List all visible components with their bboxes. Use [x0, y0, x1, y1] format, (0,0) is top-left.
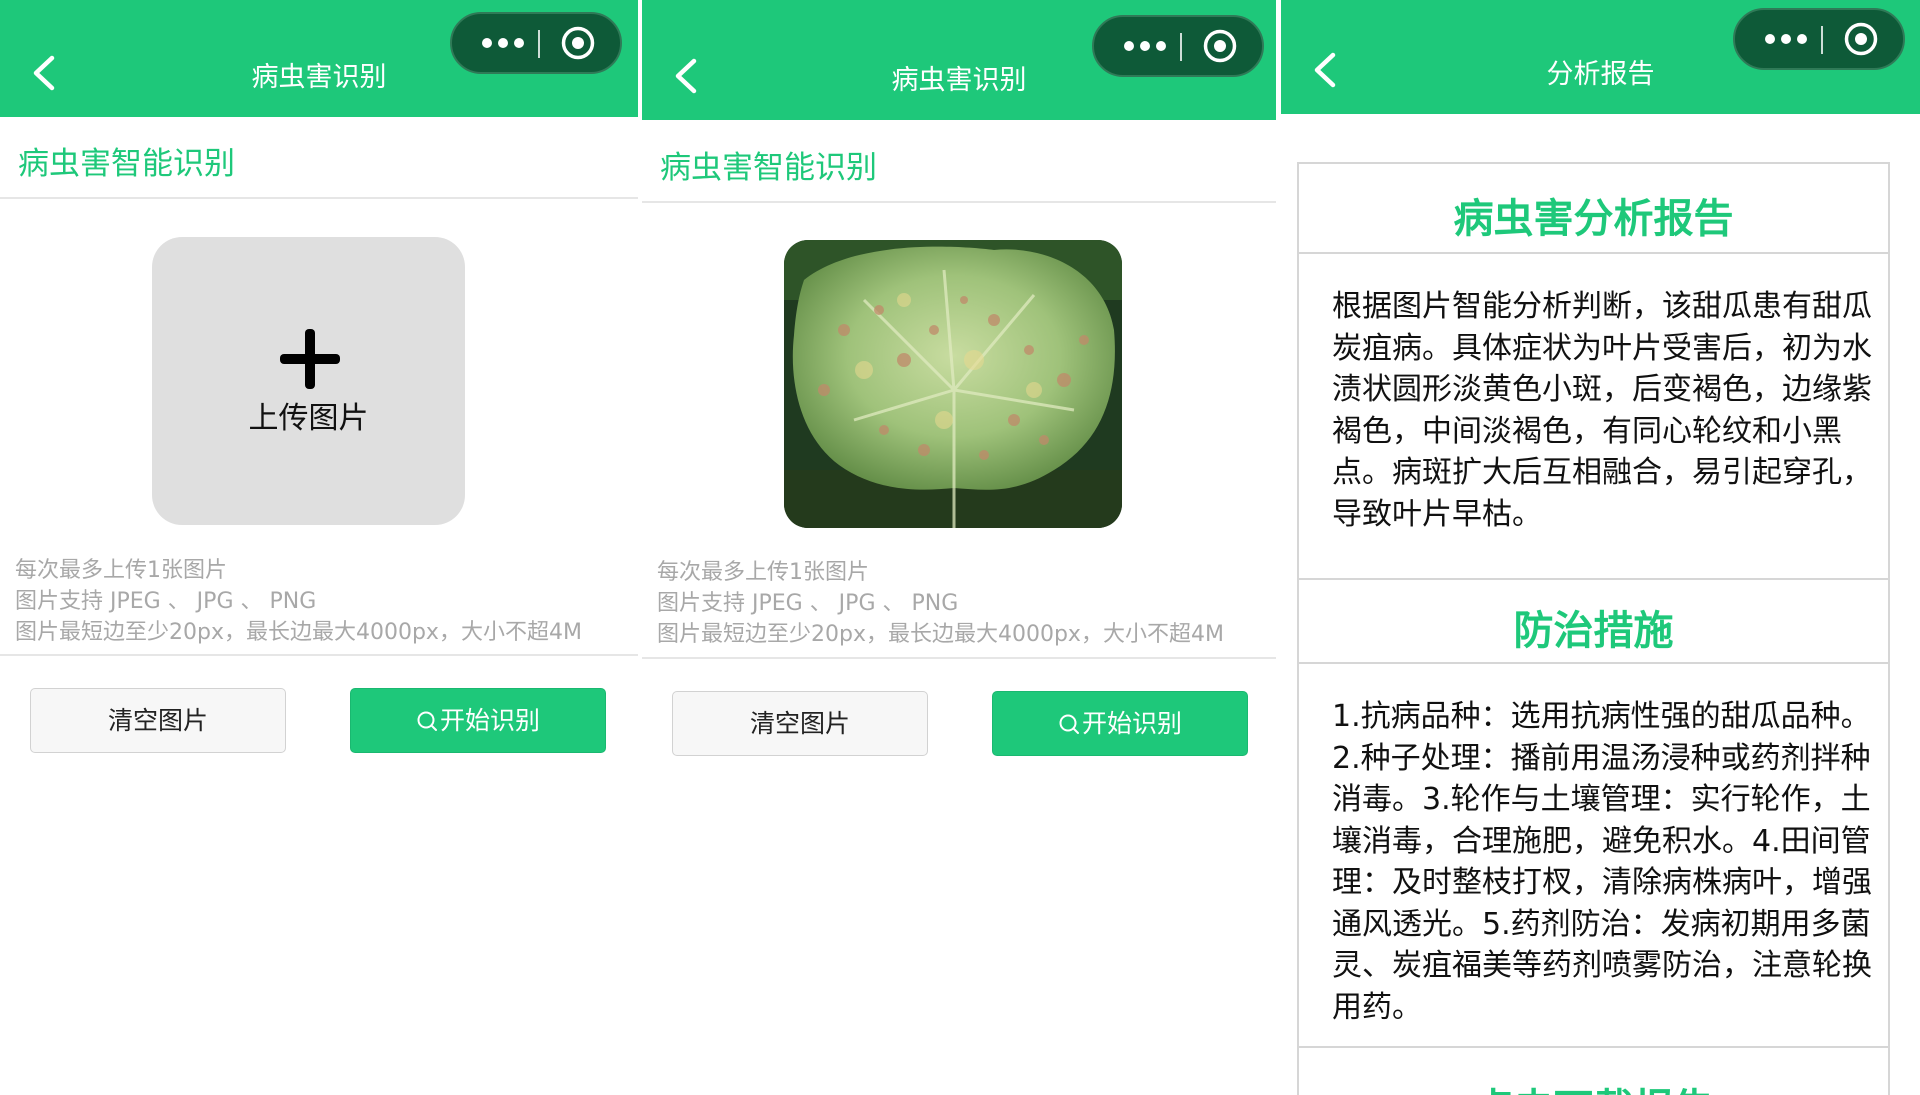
measures-title: 防治措施 — [1513, 608, 1674, 654]
section-title: 病虫害智能识别 — [18, 146, 235, 182]
start-button-label: 开始识别 — [439, 706, 540, 735]
start-recognition-button[interactable]: 开始识别 — [992, 691, 1248, 756]
clear-button-label: 清空图片 — [749, 709, 850, 738]
more-dots-icon[interactable] — [468, 18, 538, 68]
start-recognition-button[interactable]: 开始识别 — [350, 688, 606, 753]
hint-line: 图片支持 JPEG 、 JPG 、 PNG — [657, 591, 959, 616]
divider — [1299, 662, 1888, 664]
upload-label: 上传图片 — [248, 401, 369, 436]
upload-image-button[interactable]: 上传图片 — [152, 237, 465, 525]
nav-bar: 病虫害识别 — [642, 0, 1276, 120]
target-circle-icon[interactable] — [560, 25, 596, 61]
measures-text: 1.抗病品种：选用抗病性强的甜瓜品种。2.种子处理：播前用温汤浸种或药剂拌种消毒… — [1332, 699, 1872, 1025]
analysis-text: 根据图片智能分析判断，该甜瓜患有甜瓜炭疽病。具体症状为叶片受害后，初为水渍状圆形… — [1332, 289, 1872, 532]
uploaded-leaf-image[interactable] — [784, 240, 1122, 528]
clear-image-button[interactable]: 清空图片 — [672, 691, 928, 756]
analysis-title: 病虫害分析报告 — [1453, 196, 1734, 242]
plus-icon — [280, 329, 340, 389]
section-title: 病虫害智能识别 — [660, 150, 877, 186]
upload-hints: 每次最多上传1张图片 图片支持 JPEG 、 JPG 、 PNG 图片最短边至少… — [657, 557, 1224, 650]
search-icon — [417, 711, 437, 731]
capsule-divider — [1180, 33, 1182, 61]
divider — [1299, 252, 1888, 254]
upload-hints: 每次最多上传1张图片 图片支持 JPEG 、 JPG 、 PNG 图片最短边至少… — [15, 555, 582, 648]
divider — [642, 657, 1276, 659]
hint-line: 图片支持 JPEG 、 JPG 、 PNG — [15, 589, 317, 614]
menu-capsule — [450, 12, 622, 74]
clear-image-button[interactable]: 清空图片 — [30, 688, 286, 753]
more-dots-icon[interactable] — [1751, 14, 1821, 64]
target-circle-icon[interactable] — [1843, 21, 1879, 57]
divider — [1299, 1046, 1888, 1048]
more-dots-icon[interactable] — [1110, 21, 1180, 71]
download-report-button[interactable]: 点击下载报告 — [1299, 1076, 1888, 1095]
capsule-divider — [1821, 26, 1823, 54]
menu-capsule — [1092, 15, 1264, 77]
divider — [642, 201, 1276, 203]
nav-bar: 分析报告 — [1281, 0, 1920, 114]
capsule-divider — [538, 30, 540, 58]
nav-bar: 病虫害识别 — [0, 0, 638, 117]
identify-screen-uploaded: 病虫害识别 病虫害智能识别 每次最多上传1张图片 图片支持 JPEG 、 JPG… — [642, 0, 1276, 1095]
hint-line: 每次最多上传1张图片 — [15, 558, 227, 583]
report-screen: 分析报告 病虫害分析报告 根据图片智能分析判断，该甜瓜患有甜瓜炭疽病。具体症状为… — [1281, 0, 1920, 1095]
hint-line: 每次最多上传1张图片 — [657, 560, 869, 585]
search-icon — [1059, 714, 1079, 734]
target-circle-icon[interactable] — [1202, 28, 1238, 64]
menu-capsule — [1733, 8, 1905, 70]
start-button-label: 开始识别 — [1081, 709, 1182, 738]
clear-button-label: 清空图片 — [107, 706, 208, 735]
hint-line: 图片最短边至少20px，最长边最大4000px，大小不超4M — [15, 620, 582, 645]
identify-screen-empty: 病虫害识别 病虫害智能识别 上传图片 每次最多上传1张图片 图片支持 JPEG … — [0, 0, 638, 1095]
divider — [0, 197, 638, 199]
report-card: 病虫害分析报告 根据图片智能分析判断，该甜瓜患有甜瓜炭疽病。具体症状为叶片受害后… — [1297, 162, 1890, 1095]
hint-line: 图片最短边至少20px，最长边最大4000px，大小不超4M — [657, 622, 1224, 647]
divider — [1299, 578, 1888, 580]
divider — [0, 654, 638, 656]
